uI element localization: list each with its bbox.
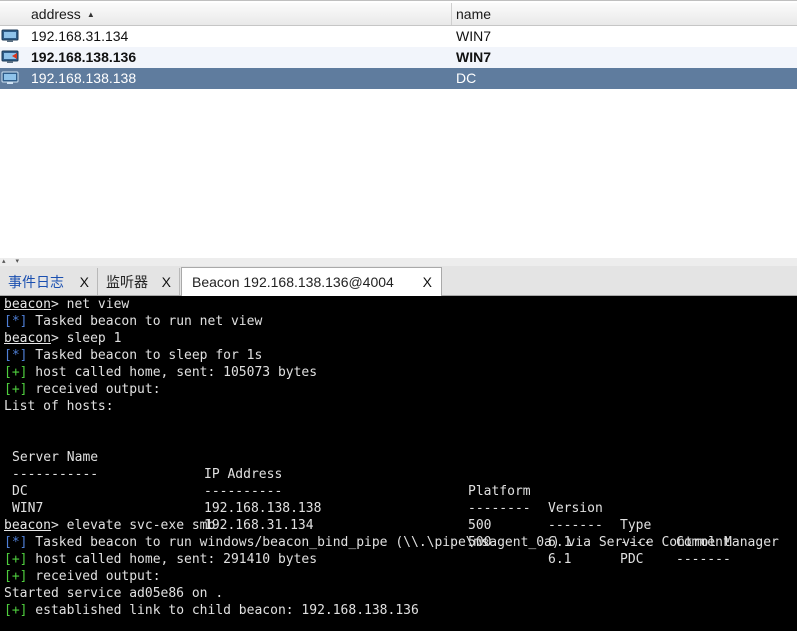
console-prompt: beacon	[4, 297, 51, 312]
beacon-console[interactable]: beacon> net view [*] Tasked beacon to ru…	[0, 296, 797, 631]
row-address: 192.168.138.136	[31, 49, 137, 65]
close-tab-icon[interactable]: X	[162, 268, 171, 296]
column-header-address[interactable]: address ▲	[0, 3, 452, 25]
host-table-divider: ----------- ---------- -------- ------- …	[12, 467, 731, 567]
tab-label: 监听器	[106, 274, 148, 290]
console-output-line: List of hosts:	[4, 399, 114, 414]
computer-icon	[1, 71, 19, 84]
tab-label: 事件日志	[8, 274, 64, 290]
tab-event-log[interactable]: 事件日志 X	[0, 268, 98, 295]
tab-label: Beacon 192.168.138.136@4004	[192, 274, 394, 290]
tab-beacon[interactable]: Beacon 192.168.138.136@4004 X	[181, 267, 442, 296]
console-command-line: beacon> elevate svc-exe smb	[4, 518, 216, 533]
row-name: WIN7	[456, 49, 491, 65]
console-command-line: beacon> sleep 1	[4, 331, 122, 346]
targets-table: address ▲ name 192.168.31.134 WIN7 192.16…	[0, 0, 797, 259]
console-output-line: Started service ad05e86 on .	[4, 586, 224, 601]
host-table-row: WIN7 192.168.31.134 500 6.1	[12, 501, 572, 567]
console-ok-line: [+] received output:	[4, 569, 161, 584]
splitter-arrows-icon[interactable]: ▴ ▾	[2, 257, 23, 265]
row-address: 192.168.138.138	[31, 70, 137, 86]
pane-splitter[interactable]: ▴ ▾	[0, 258, 797, 266]
table-header: address ▲ name	[0, 3, 797, 26]
computer-icon	[1, 29, 19, 42]
console-prompt: beacon	[4, 331, 51, 346]
column-header-name[interactable]: name	[452, 3, 797, 25]
console-prompt: beacon	[4, 518, 51, 533]
host-table-row: DC 192.168.138.138 500 6.1 PDC	[12, 484, 644, 567]
row-address: 192.168.31.134	[31, 28, 129, 44]
console-ok-line: [+] host called home, sent: 105073 bytes	[4, 365, 318, 380]
tab-listeners[interactable]: 监听器 X	[98, 268, 180, 295]
console-command-line: beacon> net view	[4, 297, 130, 312]
table-row[interactable]: 192.168.138.136 WIN7	[0, 47, 797, 68]
console-ok-line: [+] received output:	[4, 382, 161, 397]
console-info-line: [*] Tasked beacon to run windows/beacon_…	[4, 535, 779, 550]
table-row[interactable]: 192.168.31.134 WIN7	[0, 26, 797, 47]
close-tab-icon[interactable]: X	[80, 268, 89, 296]
console-info-line: [*] Tasked beacon to sleep for 1s	[4, 348, 263, 363]
row-name: WIN7	[456, 28, 491, 44]
table-row-selected[interactable]: 192.168.138.138 DC	[0, 68, 797, 89]
console-ok-line: [+] host called home, sent: 291410 bytes	[4, 552, 318, 567]
tab-bar: 事件日志 X 监听器 X Beacon 192.168.138.136@4004…	[0, 266, 797, 296]
computer-icon	[1, 50, 19, 63]
console-info-line: [*] Tasked beacon to run net view	[4, 314, 263, 329]
row-name: DC	[456, 70, 477, 86]
close-tab-icon[interactable]: X	[423, 268, 432, 296]
console-ok-line: [+] established link to child beacon: 19…	[4, 603, 419, 618]
host-table-header: Server Name IP Address Platform Version …	[12, 450, 731, 550]
sort-ascending-icon: ▲	[86, 10, 95, 19]
